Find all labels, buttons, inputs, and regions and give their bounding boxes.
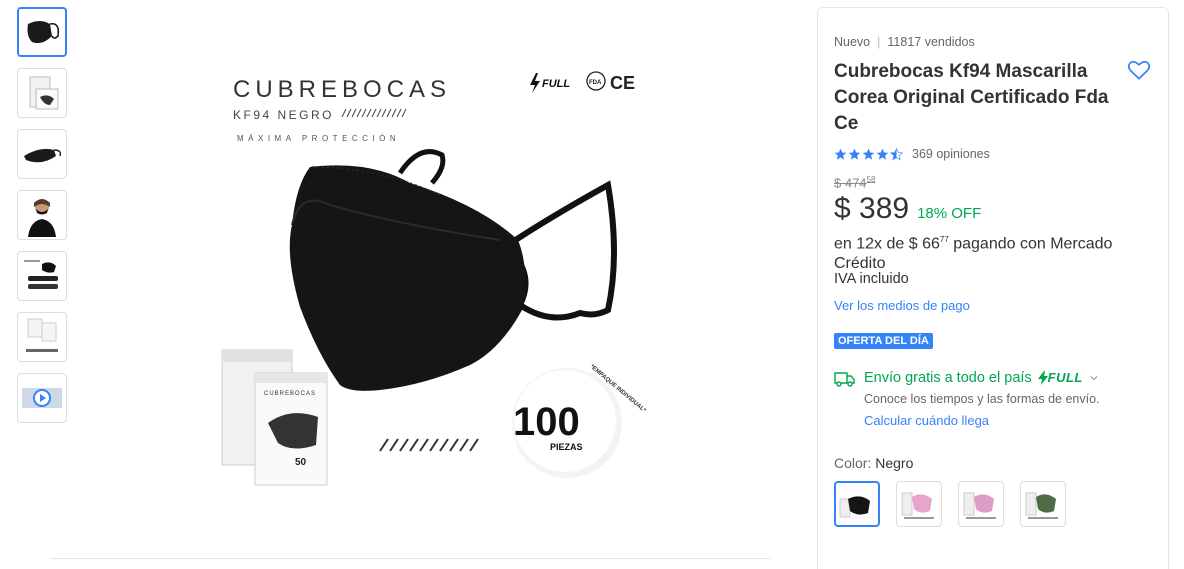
product-boxes-illustration: CUBREBOCAS 50: [221, 349, 328, 486]
original-price-cents: 58: [866, 175, 876, 184]
fda-icon: FDA: [586, 71, 606, 91]
deal-badge: OFERTA DEL DÍA: [834, 332, 933, 349]
shipping-subtext: Conoce los tiempos y las formas de envío…: [864, 391, 1100, 406]
image-box-count: 50: [295, 457, 307, 468]
product-subtitle: Nuevo | 11817 vendidos: [834, 35, 1152, 49]
star-icon: [834, 148, 847, 160]
thumbnail-mask-side[interactable]: [17, 129, 67, 179]
thumbnail-gallery: [17, 7, 67, 434]
subtitle-separator: |: [877, 35, 881, 49]
image-ce-mark: CE: [610, 73, 635, 93]
buy-box: Nuevo | 11817 vendidos Cubrebocas Kf94 M…: [817, 7, 1169, 569]
gallery-divider: [50, 558, 770, 559]
shipping-line: Envío gratis a todo el país FULL: [864, 370, 1100, 386]
star-icon: [848, 148, 861, 160]
installments-prefix: en 12x de $ 66: [834, 235, 940, 253]
image-box-label: CUBREBOCAS: [264, 391, 316, 397]
swatch-green[interactable]: [1020, 480, 1066, 527]
main-product-image[interactable]: CUBREBOCAS KF94 NEGRO MÁXIMA PROTECCIÓN …: [200, 55, 670, 505]
swatch-pink[interactable]: [896, 480, 942, 527]
swatch-black[interactable]: [834, 480, 880, 527]
color-selected: Negro: [875, 454, 914, 471]
image-fda: FDA: [589, 80, 602, 86]
condition-label: Nuevo: [834, 35, 871, 49]
original-price-value: $ 474: [834, 175, 867, 191]
image-tagline: MÁXIMA PROTECCIÓN: [237, 134, 400, 143]
image-subheading: KF94 NEGRO: [233, 108, 334, 122]
shipping-info: Envío gratis a todo el país FULL Conoce …: [834, 370, 1152, 428]
count-circle-badge: 100 PIEZAS *EMPAQUE INDIVIDUAL*: [512, 364, 647, 478]
thumbnail-mask-front[interactable]: [17, 7, 67, 57]
slash-decoration-top: [341, 108, 407, 118]
full-label: FULL: [1047, 370, 1083, 386]
heart-icon[interactable]: [1126, 57, 1152, 83]
color-label-prefix: Color:: [834, 454, 876, 471]
thumbnail-video[interactable]: [17, 373, 67, 423]
color-swatches: [834, 480, 1152, 527]
full-badge-icon: FULL: [530, 73, 570, 93]
price-row: $ 389 18% OFF: [834, 192, 1152, 226]
rating-count: 369 opiniones: [912, 147, 990, 161]
rating-summary[interactable]: 369 opiniones: [834, 147, 1152, 161]
star-icon: [876, 148, 889, 160]
product-title: Cubrebocas Kf94 Mascarilla Corea Origina…: [834, 61, 1109, 134]
star-icon: [862, 148, 875, 160]
star-half-icon: [890, 147, 903, 160]
full-tag[interactable]: FULL: [1037, 370, 1083, 386]
thumbnail-person[interactable]: [17, 190, 67, 240]
product-page: CUBREBOCAS KF94 NEGRO MÁXIMA PROTECCIÓN …: [0, 0, 1184, 569]
image-heading: CUBREBOCAS: [233, 76, 451, 103]
payment-methods-link[interactable]: Ver los medios de pago: [834, 298, 1152, 313]
chevron-down-icon[interactable]: [1089, 373, 1099, 383]
free-shipping-text: Envío gratis a todo el país: [864, 369, 1032, 386]
original-price: $ 47458: [834, 175, 1152, 190]
swatch-pink-2[interactable]: [958, 480, 1004, 527]
thumbnail-specs[interactable]: [17, 251, 67, 301]
truck-icon: [834, 371, 855, 387]
title-row: Cubrebocas Kf94 Mascarilla Corea Origina…: [834, 59, 1152, 137]
image-full-badge: FULL: [542, 78, 570, 90]
calculate-delivery-link[interactable]: Calcular cuándo llega: [864, 413, 1100, 428]
black-mask-illustration: [289, 149, 617, 391]
iva-note: IVA incluido: [834, 270, 909, 287]
bolt-icon: [1037, 370, 1048, 385]
discount-label: 18% OFF: [917, 205, 982, 223]
color-label: Color: Negro: [834, 455, 1152, 471]
sold-count: 11817 vendidos: [887, 35, 975, 49]
installments-cents: 77: [939, 235, 949, 245]
installments-text: en 12x de $ 6677 pagando con Mercado Cré…: [834, 230, 1152, 272]
image-count-small: PIEZAS: [550, 442, 583, 452]
thumbnail-certificate[interactable]: [17, 312, 67, 362]
image-count-big: 100: [513, 400, 580, 444]
current-price: $ 389: [834, 192, 910, 226]
slash-decoration-bottom: [379, 438, 479, 452]
thumbnail-box[interactable]: [17, 68, 67, 118]
